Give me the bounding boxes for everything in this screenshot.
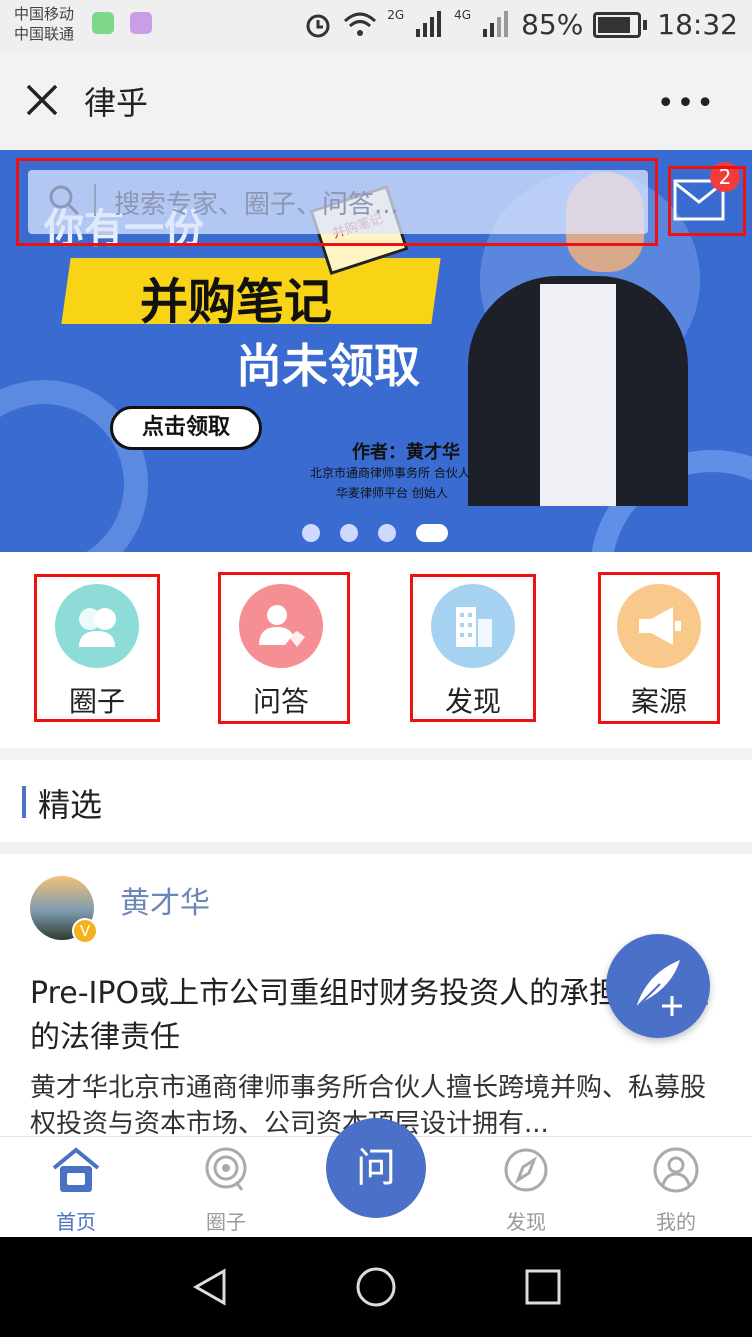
carousel-dot[interactable] <box>302 524 320 542</box>
verified-badge: V <box>72 918 98 944</box>
tab-home[interactable]: 首页 <box>26 1136 126 1236</box>
author-photo-shirt <box>540 284 616 506</box>
signal-icon <box>416 10 442 37</box>
claim-button[interactable]: 点击领取 <box>110 406 262 450</box>
app-notification-icon <box>92 12 114 34</box>
recents-icon[interactable] <box>524 1268 562 1306</box>
write-post-button[interactable] <box>606 934 710 1038</box>
carrier-1: 中国移动 <box>14 5 75 23</box>
highlight-box-qa <box>218 572 350 724</box>
tab-label: 首页 <box>56 1210 96 1234</box>
carousel-dot[interactable] <box>340 524 358 542</box>
carrier-2: 中国联通 <box>14 25 75 43</box>
compass-icon <box>504 1148 548 1192</box>
highlight-box-mail <box>668 166 746 236</box>
banner-title: 并购笔记 <box>140 274 333 330</box>
circle-icon <box>205 1147 247 1191</box>
more-options-button[interactable]: ••• <box>657 86 716 121</box>
home-nav-icon[interactable] <box>355 1266 397 1308</box>
tab-label: 我的 <box>656 1210 696 1234</box>
banner-author: 作者：黄才华 <box>352 442 460 463</box>
carousel-dot-active[interactable] <box>416 524 448 542</box>
page-title: 律乎 <box>84 84 149 122</box>
carousel-indicator <box>302 524 448 542</box>
banner-subtitle: 尚未领取 <box>236 339 420 393</box>
tab-label: 发现 <box>506 1210 546 1234</box>
battery-tip <box>643 19 648 30</box>
quill-plus-icon <box>635 960 682 1016</box>
post-author-name[interactable]: 黄才华 <box>120 878 210 922</box>
close-icon[interactable] <box>24 82 60 118</box>
section-header <box>0 760 752 842</box>
tab-label: 圈子 <box>206 1210 246 1234</box>
battery-percent: 85% <box>521 8 584 41</box>
alarm-icon <box>306 14 330 37</box>
wifi-icon <box>344 12 377 36</box>
clock: 18:32 <box>657 8 738 41</box>
carrier-label: 中国移动 中国联通 <box>14 4 74 44</box>
status-right: 2G 4G 85% 18:32 <box>303 8 738 41</box>
banner-author-title: 北京市通商律师事务所 合伙人 <box>310 466 470 480</box>
user-icon <box>653 1147 699 1193</box>
back-icon[interactable] <box>192 1268 228 1306</box>
highlight-box-discover <box>410 574 536 722</box>
network-2g-label: 2G <box>387 7 405 22</box>
tab-mine[interactable]: 我的 <box>626 1136 726 1236</box>
highlight-box-circle <box>34 574 160 722</box>
section-accent-bar <box>22 786 26 818</box>
tab-circle[interactable]: 圈子 <box>176 1136 276 1236</box>
gallery-notification-icon <box>130 12 152 34</box>
signal-icon-2 <box>483 10 509 37</box>
highlight-box-search <box>16 158 658 246</box>
section-title: 精选 <box>38 786 103 824</box>
tab-discover[interactable]: 发现 <box>476 1136 576 1236</box>
home-icon <box>52 1147 100 1192</box>
banner-author-title-2: 华麦律师平台 创始人 <box>336 486 448 500</box>
carousel-dot[interactable] <box>378 524 396 542</box>
battery-icon <box>593 11 642 38</box>
highlight-box-cases <box>598 572 720 724</box>
network-4g-label: 4G <box>454 7 472 22</box>
ask-button[interactable]: 问 <box>326 1118 426 1218</box>
